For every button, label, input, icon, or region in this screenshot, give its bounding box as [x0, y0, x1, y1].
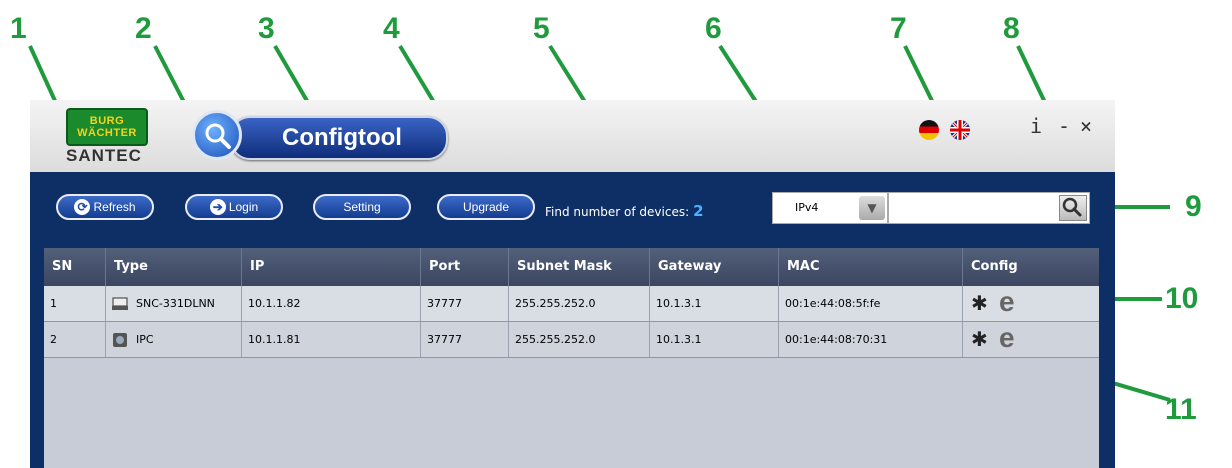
login-label: Login [228, 200, 259, 214]
callout-3: 3 [258, 12, 275, 45]
col-port[interactable]: Port [421, 248, 509, 286]
table-row[interactable]: 2 IPC 10.1.1.81 37777 255.255.252.0 10.1… [44, 322, 1099, 358]
chevron-down-icon[interactable]: ▼ [859, 196, 885, 220]
title-bar: BURG WÄCHTER SANTEC Configtool i - × [30, 100, 1115, 172]
search-input[interactable] [888, 192, 1090, 224]
col-subnet-mask[interactable]: Subnet Mask [509, 248, 650, 286]
cell-gateway: 10.1.3.1 [650, 286, 779, 321]
gear-icon[interactable]: ✱ [971, 292, 988, 314]
cell-mac: 00:1e:44:08:70:31 [779, 322, 963, 357]
col-gateway[interactable]: Gateway [650, 248, 779, 286]
uk-flag-icon[interactable] [950, 120, 970, 140]
callout-5: 5 [533, 12, 550, 45]
login-icon: ➔ [209, 199, 226, 215]
cell-type-text: IPC [136, 333, 154, 346]
logo-subtitle: SANTEC [66, 146, 142, 165]
cell-mask: 255.255.252.0 [509, 286, 650, 321]
app-title-pill: Configtool [230, 116, 448, 160]
col-ip[interactable]: IP [242, 248, 421, 286]
german-flag-icon[interactable] [919, 120, 939, 140]
cell-sn: 1 [44, 286, 106, 321]
table-row[interactable]: 1 SNC-331DLNN 10.1.1.82 37777 255.255.25… [44, 286, 1099, 322]
upgrade-label: Upgrade [462, 200, 510, 214]
device-count: Find number of devices: 2 [545, 202, 704, 220]
minimize-button[interactable]: - [1058, 114, 1070, 138]
cell-config: ✱ e [963, 286, 1099, 321]
configtool-window: BURG WÄCHTER SANTEC Configtool i - × ⟳ R… [30, 100, 1115, 468]
nvr-device-icon [112, 297, 128, 310]
browser-e-icon[interactable]: e [999, 322, 1015, 354]
callout-7: 7 [890, 12, 907, 45]
logo-line2: WÄCHTER [77, 127, 137, 139]
refresh-label: Refresh [93, 200, 136, 214]
callout-11: 11 [1165, 393, 1197, 426]
cell-type: SNC-331DLNN [106, 286, 242, 321]
callout-6: 6 [705, 12, 722, 45]
col-config[interactable]: Config [963, 248, 1099, 286]
callout-2: 2 [135, 12, 152, 45]
cell-ip: 10.1.1.81 [242, 322, 421, 357]
camera-device-icon [113, 333, 127, 347]
setting-label: Setting [343, 200, 381, 214]
col-mac[interactable]: MAC [779, 248, 963, 286]
info-button[interactable]: i [1030, 114, 1042, 138]
magnifier-logo-icon [192, 110, 242, 160]
cell-ip: 10.1.1.82 [242, 286, 421, 321]
cell-port: 37777 [421, 322, 509, 357]
gear-icon[interactable]: ✱ [971, 328, 988, 350]
search-icon[interactable] [1059, 195, 1087, 221]
cell-port: 37777 [421, 286, 509, 321]
device-count-value: 2 [693, 202, 704, 220]
device-table: SN Type IP Port Subnet Mask Gateway MAC … [44, 248, 1099, 468]
col-type[interactable]: Type [106, 248, 242, 286]
toolbar: ⟳ Refresh ➔ Login Setting Upgrade Find n… [30, 172, 1115, 242]
logo-badge: BURG WÄCHTER [66, 108, 148, 146]
callout-9: 9 [1185, 190, 1202, 223]
login-button[interactable]: ➔ Login [185, 194, 283, 220]
refresh-button[interactable]: ⟳ Refresh [56, 194, 154, 220]
cell-config: ✱ e [963, 322, 1099, 357]
app-title: Configtool [282, 124, 402, 151]
browser-e-icon[interactable]: e [999, 286, 1015, 318]
callout-8: 8 [1003, 12, 1020, 45]
ip-version-select[interactable]: IPv4 ▼ [772, 192, 888, 224]
refresh-icon: ⟳ [74, 199, 91, 215]
col-sn[interactable]: SN [44, 248, 106, 286]
cell-mac: 00:1e:44:08:5f:fe [779, 286, 963, 321]
callout-10: 10 [1165, 282, 1199, 315]
cell-gateway: 10.1.3.1 [650, 322, 779, 357]
cell-sn: 2 [44, 322, 106, 357]
setting-button[interactable]: Setting [313, 194, 411, 220]
close-button[interactable]: × [1080, 114, 1092, 138]
device-count-label: Find number of devices: [545, 205, 690, 219]
callout-4: 4 [383, 12, 400, 45]
cell-type-text: SNC-331DLNN [136, 297, 215, 310]
app-title-badge: Configtool [192, 110, 448, 160]
callout-1: 1 [10, 12, 27, 45]
table-header: SN Type IP Port Subnet Mask Gateway MAC … [44, 248, 1099, 286]
ip-version-value: IPv4 [795, 201, 819, 214]
cell-type: IPC [106, 322, 242, 357]
brand-logo: BURG WÄCHTER SANTEC [64, 108, 154, 165]
cell-mask: 255.255.252.0 [509, 322, 650, 357]
upgrade-button[interactable]: Upgrade [437, 194, 535, 220]
logo-line1: BURG [89, 115, 125, 127]
